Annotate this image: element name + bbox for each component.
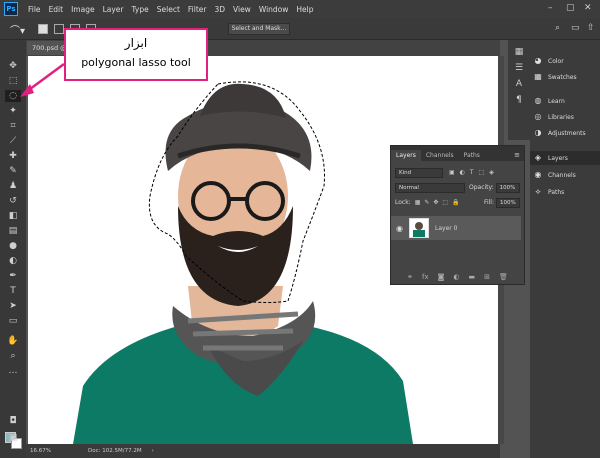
callout-persian-text: ابزار	[124, 36, 148, 50]
callout-english-text: polygonal lasso tool	[81, 56, 191, 69]
annotation-callout: ابزار polygonal lasso tool	[64, 28, 208, 81]
